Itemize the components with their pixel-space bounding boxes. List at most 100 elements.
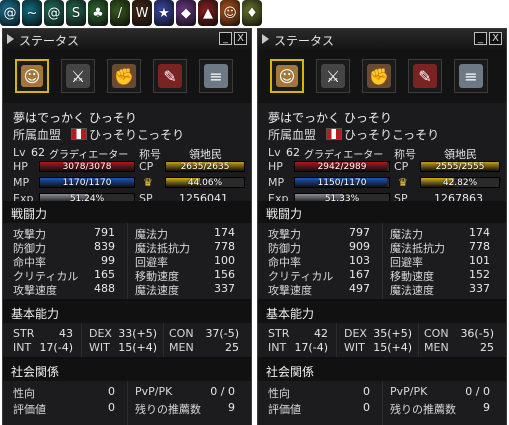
tab-ranking[interactable]: ≡ (454, 59, 488, 93)
tab-actions[interactable]: ✊ (107, 59, 141, 93)
combat-value: 100 (214, 254, 235, 267)
combat-value: 909 (349, 240, 370, 253)
buff-7[interactable]: ★ (154, 0, 174, 26)
minimize-button[interactable]: _ (474, 32, 487, 45)
mp-bar: 1170/1170 (39, 177, 135, 188)
hp-bar: 2942/2989 (294, 161, 390, 172)
basic-value: 15(+4) (373, 341, 412, 354)
tab-skills[interactable]: ⚔ (316, 59, 350, 93)
hp-text: 3078/3078 (62, 161, 112, 172)
buff-11[interactable]: ♦ (242, 0, 262, 26)
hp-label: HP (13, 160, 28, 173)
cp-text: 2635/2635 (180, 161, 230, 172)
title-value: 領地民 (444, 148, 477, 161)
tab-quests[interactable]: ✎ (153, 59, 187, 93)
fist-icon: ✊ (112, 64, 136, 88)
basic-stats: STR 43 DEX 33(+5) CON 37(-5) INT 17(-4) WIT 15(+4… (3, 323, 251, 357)
combat-value: 337 (469, 282, 490, 295)
column-divider (163, 323, 164, 357)
close-button[interactable]: X (234, 32, 247, 45)
tab-actions[interactable]: ✊ (362, 59, 396, 93)
combat-value: 99 (101, 254, 115, 267)
buff-10[interactable]: ☺ (220, 0, 240, 26)
basic-label: CON (424, 327, 449, 340)
level-label: Lv (268, 146, 281, 159)
basic-label: INT (13, 341, 32, 354)
buff-4[interactable]: ♣ (88, 0, 108, 26)
social-value: 9 (228, 401, 235, 414)
mp-text: 1170/1170 (62, 177, 112, 188)
buff-3[interactable]: S (66, 0, 86, 26)
column-divider (127, 381, 128, 425)
tab-skills[interactable]: ⚔ (61, 59, 95, 93)
tab-character[interactable]: ☺ (270, 59, 304, 93)
clan-crest-icon (326, 128, 342, 140)
tab-quests[interactable]: ✎ (408, 59, 442, 93)
social-value: 0 (108, 401, 115, 414)
window-title: ステータス (274, 34, 335, 48)
combat-section-header: 戦闘力 (3, 201, 251, 223)
combat-stats: 攻撃力 797 魔法力 174 防御力 909 魔法抵抗力 778 命中率 103 回避率 101 クリ… (258, 223, 506, 299)
tab-bar: ☺ ⚔ ✊ ✎ ≡ (3, 49, 251, 103)
minimize-button[interactable]: _ (219, 32, 232, 45)
buff-swirl-icon: @ (3, 5, 17, 21)
combat-value: 497 (349, 282, 370, 295)
mp-label: MP (13, 176, 30, 189)
column-divider (418, 323, 419, 357)
social-label: PvP/PK (390, 385, 428, 398)
combat-value: 174 (469, 226, 490, 239)
crossed-swords-icon: ⚔ (321, 64, 345, 88)
buff-star-icon: ★ (158, 5, 170, 21)
character-name: 夢はでっかく ひっそり (268, 111, 392, 125)
combat-value: 165 (94, 268, 115, 281)
buff-snake-icon: S (71, 5, 81, 21)
social-label: PvP/PK (135, 385, 173, 398)
basic-value: 37(-5) (205, 327, 239, 340)
buff-9[interactable]: ▲ (198, 0, 218, 26)
buff-8[interactable]: ◆ (176, 0, 196, 26)
scroll-icon: ≡ (204, 64, 228, 88)
buff-1[interactable]: ~ (22, 0, 42, 26)
buff-feather-icon: / (117, 5, 123, 21)
cp-label: CP (394, 160, 409, 173)
basic-value: 43 (59, 327, 73, 340)
combat-section-title: 戦闘力 (266, 207, 303, 221)
window-title: ステータス (19, 34, 80, 48)
clan-name: ひっそりこっそり (89, 128, 185, 142)
combat-value: 156 (214, 268, 235, 281)
buff-2[interactable]: @ (44, 0, 64, 26)
combat-value: 797 (349, 226, 370, 239)
basic-value: 33(+5) (118, 327, 157, 340)
combat-value: 488 (94, 282, 115, 295)
cp-bar: 2555/2555 (420, 161, 500, 172)
crossed-swords-icon: ⚔ (66, 64, 90, 88)
mp-bar: 1150/1170 (294, 177, 390, 188)
basic-value: 25 (225, 341, 239, 354)
buff-bar: @ ~ @ S ♣ / W ★ ◆ ▲ ☺ ♦ (0, 0, 509, 28)
clan-name: ひっそりこっそり (344, 128, 440, 142)
title-bar[interactable]: ステータス _ X (258, 29, 506, 50)
basic-label: STR (13, 327, 35, 340)
column-divider (81, 323, 82, 357)
tab-ranking[interactable]: ≡ (199, 59, 233, 93)
collapse-arrow-icon[interactable] (7, 34, 14, 44)
hp-text: 2942/2989 (317, 161, 367, 172)
buff-0[interactable]: @ (0, 0, 20, 26)
title-bar[interactable]: ステータス _ X (3, 29, 251, 50)
buff-5[interactable]: / (110, 0, 130, 26)
combat-value: 778 (214, 240, 235, 253)
buff-wave-icon: ~ (26, 5, 38, 21)
basic-section-title: 基本能力 (11, 307, 60, 321)
basic-label: WIT (344, 341, 365, 354)
basic-value: 15(+4) (118, 341, 157, 354)
hp-label: HP (268, 160, 283, 173)
tab-character[interactable]: ☺ (15, 59, 49, 93)
combat-label: 攻撃速度 (268, 284, 312, 297)
vitality-icon: ♛ (143, 176, 153, 189)
red-book-icon: ✎ (158, 64, 182, 88)
close-button[interactable]: X (489, 32, 502, 45)
collapse-arrow-icon[interactable] (262, 34, 269, 44)
cp-bar: 2635/2635 (165, 161, 245, 172)
buff-6[interactable]: W (132, 0, 152, 26)
social-label: 評価値 (13, 403, 46, 416)
